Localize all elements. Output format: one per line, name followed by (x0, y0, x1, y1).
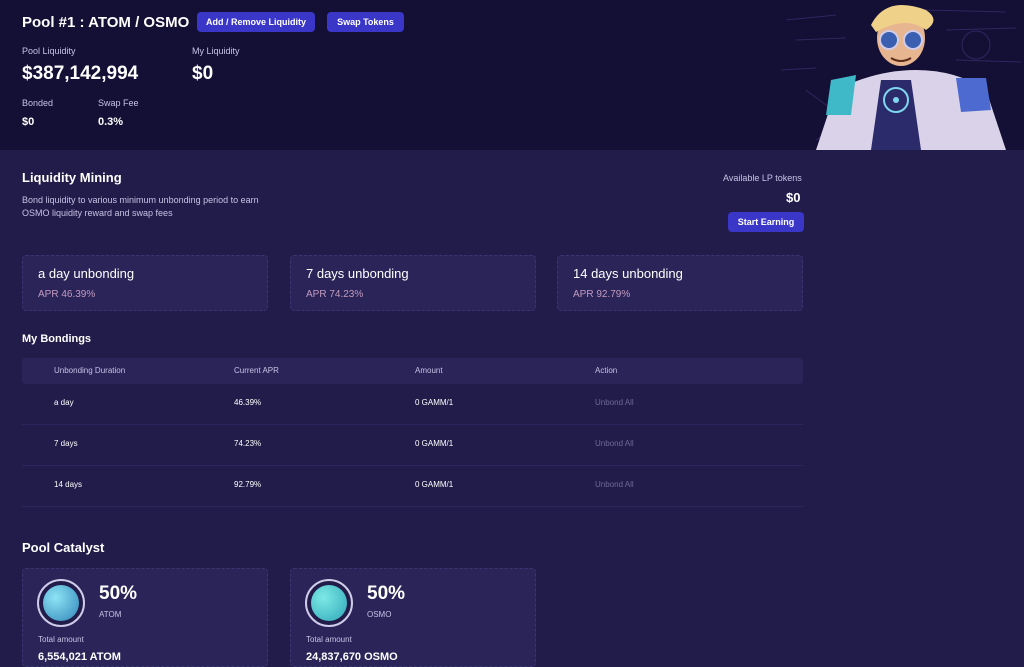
pool-liquidity-value: $387,142,994 (22, 63, 139, 84)
unbonding-card-apr: APR 92.79% (573, 289, 631, 300)
unbonding-card[interactable]: 7 days unbonding APR 74.23% (290, 255, 536, 311)
column-header: Current APR (234, 366, 279, 375)
unbonding-card-apr: APR 46.39% (38, 289, 96, 300)
liquidity-mining-title: Liquidity Mining (22, 170, 122, 185)
unbonding-card-apr: APR 74.23% (306, 289, 364, 300)
bonded-value: $0 (22, 116, 35, 128)
my-liquidity-value: $0 (192, 63, 214, 84)
apr-cell: 74.23% (234, 439, 262, 448)
page-title: Pool #1 : ATOM / OSMO (22, 14, 190, 31)
column-header: Action (595, 366, 618, 375)
unbond-all-button[interactable]: Unbond All (595, 439, 634, 448)
available-lp-label: Available LP tokens (723, 173, 802, 183)
osmo-coin-icon (305, 579, 353, 627)
unbonding-card[interactable]: a day unbonding APR 46.39% (22, 255, 268, 311)
unbonding-card-title: 7 days unbonding (306, 266, 409, 281)
unbonding-card[interactable]: 14 days unbonding APR 92.79% (557, 255, 803, 311)
unbond-all-button[interactable]: Unbond All (595, 480, 634, 489)
column-header: Amount (415, 366, 443, 375)
atom-coin-icon (37, 579, 85, 627)
total-amount-label: Total amount (306, 635, 352, 644)
table-row: a day 46.39% 0 GAMM/1 Unbond All (22, 384, 803, 425)
liquidity-mining-description: Bond liquidity to various minimum unbond… (22, 195, 259, 218)
catalyst-token: OSMO (367, 610, 392, 619)
amount-cell: 0 GAMM/1 (415, 480, 454, 489)
amount-cell: 0 GAMM/1 (415, 439, 454, 448)
my-bondings-title: My Bondings (22, 333, 92, 345)
add-remove-liquidity-button[interactable]: Add / Remove Liquidity (197, 12, 315, 32)
catalyst-percent: 50% (367, 583, 406, 604)
duration-cell: 14 days (54, 480, 83, 489)
available-lp-value: $0 (786, 190, 801, 205)
bondings-table: Unbonding Duration Current APR Amount Ac… (22, 358, 803, 507)
total-amount-value: 6,554,021 ATOM (38, 651, 121, 663)
apr-cell: 46.39% (234, 398, 262, 407)
pool-header: Pool #1 : ATOM / OSMO Add / Remove Liqui… (0, 0, 1024, 150)
table-header: Unbonding Duration Current APR Amount Ac… (22, 358, 803, 384)
catalyst-card: 50% OSMO Total amount 24,837,670 OSMO (290, 568, 536, 667)
unbond-all-button[interactable]: Unbond All (595, 398, 634, 407)
table-row: 7 days 74.23% 0 GAMM/1 Unbond All (22, 425, 803, 466)
wizard-illustration (776, 0, 1024, 150)
start-earning-button[interactable]: Start Earning (728, 212, 804, 232)
unbonding-card-title: 14 days unbonding (573, 266, 683, 281)
pool-liquidity-label: Pool Liquidity (22, 46, 76, 56)
catalyst-token: ATOM (99, 610, 122, 619)
catalyst-percent: 50% (99, 583, 138, 604)
total-amount-label: Total amount (38, 635, 84, 644)
apr-cell: 92.79% (234, 480, 262, 489)
swap-tokens-button[interactable]: Swap Tokens (327, 12, 404, 32)
unbonding-card-title: a day unbonding (38, 266, 135, 281)
swap-fee-label: Swap Fee (98, 98, 139, 108)
total-amount-value: 24,837,670 OSMO (306, 651, 398, 663)
bonded-label: Bonded (22, 98, 54, 108)
catalyst-card: 50% ATOM Total amount 6,554,021 ATOM (22, 568, 268, 667)
duration-cell: a day (54, 398, 74, 407)
pool-catalyst-title: Pool Catalyst (22, 540, 105, 555)
my-liquidity-label: My Liquidity (192, 46, 240, 56)
column-header: Unbonding Duration (54, 366, 126, 375)
table-row: 14 days 92.79% 0 GAMM/1 Unbond All (22, 466, 803, 507)
swap-fee-value: 0.3% (98, 116, 124, 128)
amount-cell: 0 GAMM/1 (415, 398, 454, 407)
duration-cell: 7 days (54, 439, 78, 448)
